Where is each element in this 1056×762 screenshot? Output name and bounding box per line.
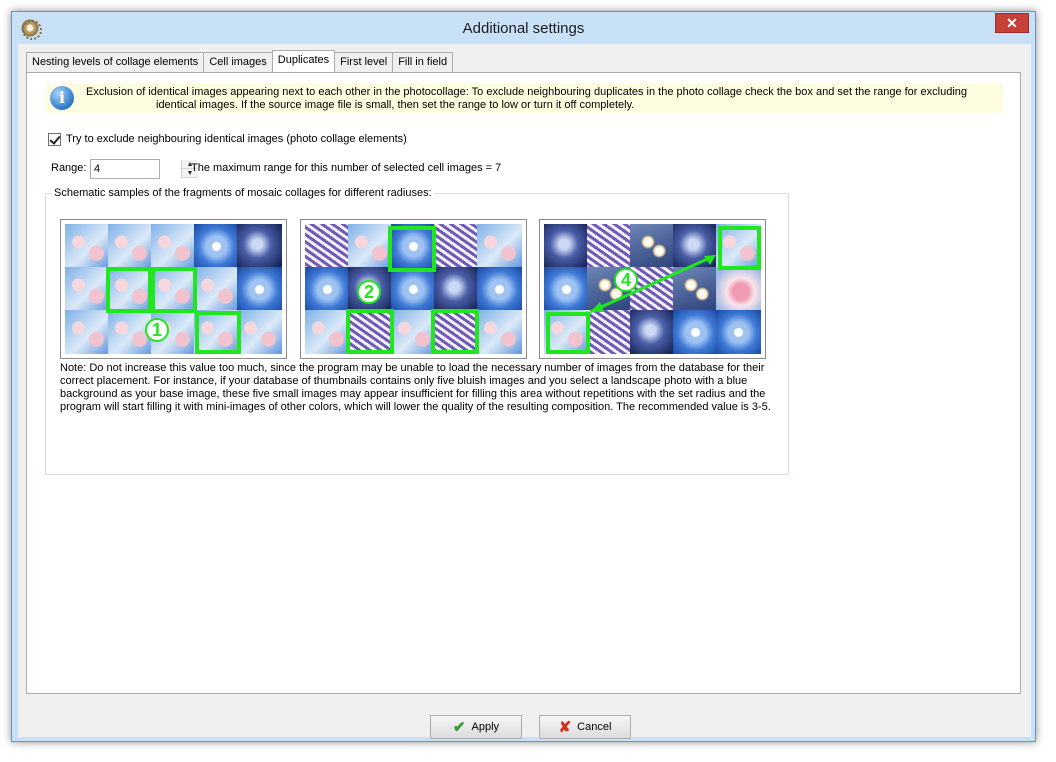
tab-cell-images[interactable]: Cell images — [203, 52, 273, 72]
tab-strip: Nesting levels of collage elements Cell … — [26, 50, 454, 72]
sample-number-1: 1 — [145, 318, 169, 342]
close-icon: ✕ — [1006, 15, 1018, 31]
range-input[interactable]: 4 — [90, 159, 160, 179]
title-bar[interactable]: Additional settings ✕ — [12, 12, 1035, 44]
close-button[interactable]: ✕ — [995, 13, 1029, 33]
info-text: Exclusion of identical images appearing … — [86, 86, 1001, 112]
range-value: 4 — [94, 163, 101, 175]
apply-label: Apply — [471, 721, 500, 733]
exclude-duplicates-checkbox[interactable] — [48, 132, 61, 146]
sample-image-radius-2: 2 — [300, 219, 527, 359]
dialog-client: Nesting levels of collage elements Cell … — [18, 44, 1031, 739]
info-line-2: identical images. If the source image fi… — [156, 99, 635, 111]
checkmark-icon: ✔ — [452, 719, 466, 736]
tab-duplicates[interactable]: Duplicates — [271, 50, 336, 72]
sample-image-radius-4: 4 — [539, 219, 766, 359]
exclude-duplicates-label[interactable]: Try to exclude neighbouring identical im… — [66, 133, 407, 145]
duplicate-distance-arrow — [589, 254, 716, 314]
range-label: Range: — [51, 162, 87, 174]
samples-group: Schematic samples of the fragments of mo… — [45, 187, 789, 475]
range-warning-note: Note: Do not increase this value too muc… — [60, 362, 771, 413]
cancel-label: Cancel — [577, 721, 612, 733]
sample-number-2: 2 — [357, 280, 381, 304]
info-line-1: Exclusion of identical images appearing … — [86, 86, 967, 98]
info-icon: i — [50, 86, 74, 110]
tab-first-level[interactable]: First level — [334, 52, 394, 72]
cross-icon: ✘ — [558, 719, 572, 736]
dialog-window: Additional settings ✕ Nesting levels of … — [11, 11, 1036, 742]
sample-image-radius-1: 1 — [60, 219, 287, 359]
exclude-duplicates-row[interactable]: Try to exclude neighbouring identical im… — [48, 131, 407, 147]
cancel-button[interactable]: ✘ Cancel — [539, 715, 631, 739]
tab-fill-in-field[interactable]: Fill in field — [392, 52, 454, 72]
range-max-note: The maximum range for this number of sel… — [191, 162, 502, 174]
sample-number-4: 4 — [614, 268, 638, 292]
apply-button[interactable]: ✔ Apply — [430, 715, 522, 739]
info-banner: i Exclusion of identical images appearin… — [46, 83, 1003, 113]
window-title: Additional settings — [462, 20, 585, 37]
tab-nesting-levels[interactable]: Nesting levels of collage elements — [26, 52, 205, 72]
tab-page-duplicates: i Exclusion of identical images appearin… — [26, 72, 1021, 694]
samples-legend: Schematic samples of the fragments of mo… — [52, 187, 434, 199]
